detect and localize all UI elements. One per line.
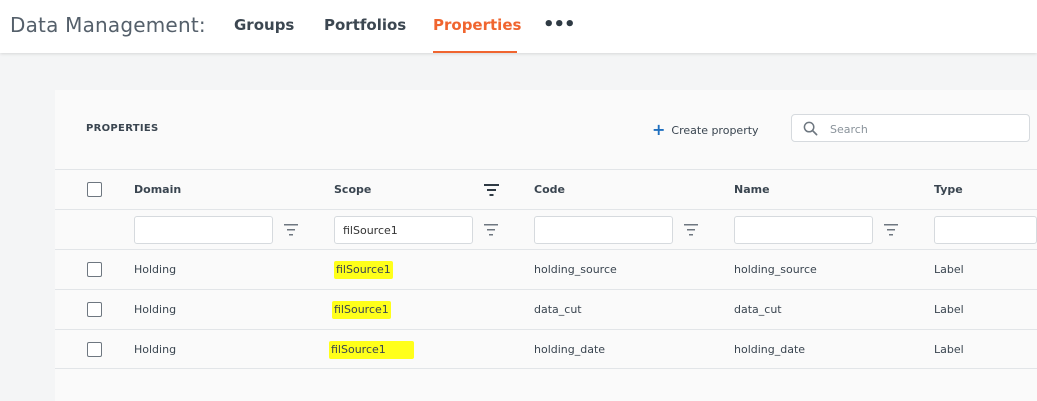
column-header-domain[interactable]: Domain: [134, 170, 181, 210]
scope-filter-input[interactable]: [334, 216, 473, 244]
select-all-checkbox[interactable]: [87, 182, 102, 197]
cell-code: holding_date: [534, 343, 606, 356]
create-property-button[interactable]: + Create property: [652, 121, 759, 139]
scope-filter-active-icon[interactable]: [484, 184, 499, 196]
domain-filter-input[interactable]: [134, 216, 273, 244]
cell-name: holding_date: [734, 343, 806, 356]
tab-properties[interactable]: Properties: [433, 16, 521, 34]
cell-scope: filSource1: [334, 250, 393, 290]
table-row[interactable]: Holding filSource1 holding_source holdin…: [55, 249, 1037, 289]
panel-title: PROPERTIES: [86, 123, 159, 134]
cell-scope: filSource1: [329, 330, 414, 370]
search-icon: [803, 121, 818, 136]
properties-panel: PROPERTIES + Create property Domain Scop…: [55, 90, 1037, 401]
cell-domain: Holding: [134, 263, 177, 276]
cell-domain: Holding: [134, 343, 177, 356]
name-filter-input[interactable]: [734, 216, 873, 244]
app-title: Data Management:: [10, 13, 206, 37]
code-filter-icon[interactable]: [684, 224, 698, 236]
scope-filter-icon[interactable]: [484, 224, 498, 236]
domain-filter-icon[interactable]: [284, 224, 298, 236]
cell-code: data_cut: [534, 303, 582, 316]
cell-scope: filSource1: [332, 290, 391, 330]
table-header: Domain Scope Code Name Type: [55, 169, 1037, 209]
table-row[interactable]: Holding filSource1 data_cut data_cut Lab…: [55, 289, 1037, 329]
cell-domain: Holding: [134, 303, 177, 316]
column-header-type[interactable]: Type: [934, 170, 963, 210]
cell-name: data_cut: [734, 303, 782, 316]
plus-icon: +: [652, 120, 666, 139]
column-header-code[interactable]: Code: [534, 170, 565, 210]
row-checkbox[interactable]: [87, 302, 102, 317]
cell-type: Label: [934, 343, 964, 356]
table-row[interactable]: Holding filSource1 holding_date holding_…: [55, 329, 1037, 369]
tab-groups[interactable]: Groups: [234, 16, 294, 34]
row-checkbox[interactable]: [87, 342, 102, 357]
tab-portfolios[interactable]: Portfolios: [324, 16, 406, 34]
scope-highlight: filSource1: [329, 341, 414, 359]
cell-type: Label: [934, 303, 964, 316]
top-nav: Data Management: Groups Portfolios Prope…: [0, 0, 1037, 53]
row-checkbox[interactable]: [87, 262, 102, 277]
name-filter-icon[interactable]: [884, 224, 898, 236]
more-menu-icon[interactable]: •••: [543, 14, 576, 35]
cell-code: holding_source: [534, 263, 617, 276]
filter-row: [55, 209, 1037, 249]
scope-highlight: filSource1: [332, 301, 391, 319]
code-filter-input[interactable]: [534, 216, 673, 244]
column-header-name[interactable]: Name: [734, 170, 770, 210]
properties-table: Domain Scope Code Name Type filSource1 H…: [55, 169, 1037, 369]
search-input[interactable]: [828, 120, 1022, 138]
search-box[interactable]: [791, 114, 1030, 142]
column-header-scope[interactable]: Scope: [334, 170, 371, 210]
cell-name: holding_source: [734, 263, 817, 276]
create-property-label: Create property: [671, 123, 759, 137]
cell-type: Label: [934, 263, 964, 276]
active-tab-indicator: [433, 51, 517, 53]
scope-highlight: filSource1: [334, 261, 393, 279]
type-filter-input[interactable]: [934, 216, 1037, 244]
